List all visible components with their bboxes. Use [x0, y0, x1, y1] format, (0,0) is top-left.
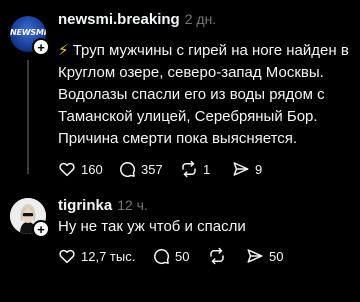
post-text-body: Труп мужчины с гирей на ноге найден в Кр…: [58, 42, 349, 147]
heart-icon: [59, 162, 75, 177]
like-count: 12,7 тыс.: [81, 248, 136, 264]
follow-plus-icon[interactable]: +: [32, 38, 50, 56]
post-text: ⚡ Труп мужчины с гирей на ноге найден в …: [58, 40, 350, 150]
send-icon: [247, 249, 263, 263]
share-count: 9: [255, 161, 263, 177]
avatar-tigrinka[interactable]: +: [10, 198, 50, 238]
comment-button[interactable]: 357: [118, 160, 180, 178]
like-count: 160: [81, 161, 103, 177]
avatar-newsmi[interactable]: NEWSMI +: [10, 16, 50, 56]
post-text: Ну не так уж чтоб и спасли: [58, 218, 246, 235]
comment-count: 50: [175, 248, 190, 264]
like-button[interactable]: 160: [58, 160, 118, 178]
username[interactable]: newsmi.breaking: [58, 11, 180, 28]
share-button[interactable]: 50: [246, 247, 283, 265]
comment-count: 357: [141, 161, 163, 177]
repost-icon: [210, 247, 224, 265]
send-icon: [233, 162, 249, 176]
timestamp: 2 дн.: [184, 11, 217, 27]
avatar-logo-text: NEWSMI: [10, 28, 46, 37]
thread-post: NEWSMI + newsmi.breaking 2 дн. ⚡ Труп му…: [0, 0, 360, 188]
follow-plus-icon[interactable]: +: [32, 220, 50, 238]
share-button[interactable]: 9: [232, 160, 262, 178]
comment-button[interactable]: 50: [152, 247, 208, 265]
timestamp: 12 ч.: [117, 197, 148, 213]
repost-count: 1: [203, 161, 211, 177]
share-count: 50: [269, 248, 284, 264]
heart-icon: [59, 249, 75, 264]
thread-line: [27, 60, 29, 174]
comment-bubble-icon: [154, 249, 169, 264]
comment-bubble-icon: [120, 162, 135, 177]
repost-icon: [182, 160, 196, 178]
thread-post: + tigrinka 12 ч. Ну не так уж чтоб и спа…: [0, 188, 360, 302]
repost-button[interactable]: 1: [180, 160, 232, 178]
lightning-icon: ⚡: [58, 42, 69, 59]
like-button[interactable]: 12,7 тыс.: [58, 247, 152, 265]
username[interactable]: tigrinka: [58, 197, 112, 214]
repost-button[interactable]: [208, 247, 246, 265]
